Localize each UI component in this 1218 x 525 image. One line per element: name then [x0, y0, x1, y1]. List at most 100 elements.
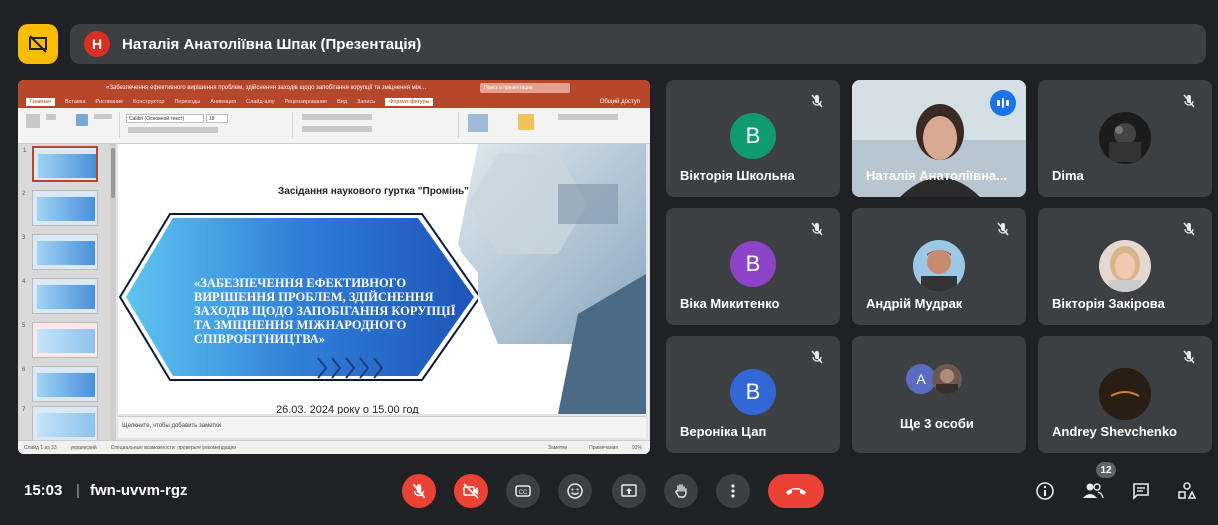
status-notes: Заметки — [547, 444, 568, 451]
chat-button[interactable] — [1128, 478, 1154, 504]
font-size-box: 18 — [206, 114, 228, 123]
pp-tab: Рисование — [95, 99, 124, 105]
stop-presenting-icon — [29, 35, 47, 53]
more-vert-icon — [731, 484, 735, 498]
participant-group-tile[interactable]: A Ще 3 особи — [852, 336, 1026, 453]
participant-name: Віка Микитенко — [680, 296, 780, 311]
mic-off-icon — [992, 218, 1014, 240]
participant-name: Andrey Shevchenko — [1052, 424, 1177, 439]
font-name-box: Calibri (Основной текст) — [126, 114, 204, 123]
accessibility: Специальные возможности: проверьте реком… — [110, 444, 237, 451]
meeting-controls: 15:03 | fwn-uvvm-rgz CC 12 — [0, 462, 1218, 525]
thumbnail-scrollbar — [110, 144, 116, 440]
meeting-details-button[interactable] — [1032, 478, 1058, 504]
slide-header: Засідання наукового гуртка "Промінь" — [278, 186, 469, 197]
more-options-button[interactable] — [716, 474, 750, 508]
pp-tab: Анимация — [210, 99, 237, 105]
participant-name: Ще 3 особи — [900, 416, 974, 431]
slide-date: 26.03. 2024 року о 15.00 год — [276, 404, 419, 414]
participant-avatar: В — [730, 369, 776, 415]
separator: | — [76, 482, 80, 499]
emoji-icon — [567, 483, 583, 499]
present-button[interactable] — [612, 474, 646, 508]
presenter-name: Наталія Анатоліївна Шпак (Презентація) — [122, 35, 422, 53]
reactions-button[interactable] — [558, 474, 592, 508]
slide-thumbnail: 1 — [23, 146, 98, 182]
presenter-bar: Н Наталія Анатоліївна Шпак (Презентація) — [12, 20, 1206, 68]
mic-off-icon — [1178, 218, 1200, 240]
slide-thumbnails: 1 2 3 4 5 6 7 — [18, 144, 110, 442]
zoom-level: 93% — [631, 444, 642, 451]
activities-button[interactable] — [1174, 478, 1200, 504]
status-comments: Примечания — [589, 444, 618, 451]
participant-name: Андрій Мудрак — [866, 296, 963, 311]
powerpoint-title: «Забезпечення ефективного вирішення проб… — [106, 85, 427, 91]
pp-tab: Конструктор — [133, 99, 165, 105]
pp-tab: Вставка — [64, 99, 86, 105]
participant-name: Наталія Анатоліївна... — [866, 168, 1008, 183]
slide-thumbnail: 2 — [22, 190, 98, 226]
camera-button[interactable] — [454, 474, 488, 508]
participant-tile[interactable]: Вікторія Закірова — [1038, 208, 1212, 325]
participant-name: Dima — [1052, 168, 1084, 183]
info-icon — [1036, 482, 1054, 500]
participant-avatar — [1099, 112, 1151, 164]
mic-off-icon — [806, 218, 828, 240]
shared-screen: «Забезпечення ефективного вирішення проб… — [18, 80, 650, 454]
slide-counter: Слайд 1 из 33 — [24, 444, 57, 451]
leave-call-button[interactable] — [768, 474, 824, 508]
participant-avatar — [1099, 240, 1151, 292]
participant-tile[interactable]: В Вікторія Школьна — [666, 80, 840, 197]
mic-off-icon — [1178, 346, 1200, 368]
presentation-toggle-button[interactable] — [18, 24, 58, 64]
presenter-label: Н Наталія Анатоліївна Шпак (Презентація) — [70, 24, 1206, 64]
pp-share: Общий доступ — [599, 99, 640, 105]
raise-hand-button[interactable] — [664, 474, 698, 508]
participant-name: Вікторія Закірова — [1052, 296, 1165, 311]
mic-off-icon — [806, 90, 828, 112]
pp-tab: Переходы — [174, 99, 201, 105]
mic-off-icon — [1178, 90, 1200, 112]
participant-name: Вікторія Школьна — [680, 168, 795, 183]
people-button[interactable] — [1080, 478, 1106, 504]
slide-thumbnail: 3 — [22, 234, 98, 270]
group-avatar-photo — [932, 364, 962, 394]
hang-up-icon — [786, 488, 806, 495]
pp-tab: Запись — [357, 99, 376, 105]
meeting-code: fwn-uvvm-rgz — [90, 482, 188, 499]
participant-tile[interactable]: Dima — [1038, 80, 1212, 197]
participant-avatar — [1099, 368, 1151, 420]
powerpoint-status-bar: Слайд 1 из 33 украинский Специальные воз… — [18, 440, 650, 454]
captions-button[interactable]: CC — [506, 474, 540, 508]
microphone-button[interactable] — [402, 474, 436, 508]
slide-thumbnail: 5 — [22, 322, 98, 358]
participant-avatar: В — [730, 241, 776, 287]
pp-tab: Главная — [26, 98, 55, 106]
participant-tile-speaking[interactable]: Наталія Анатоліївна... — [852, 80, 1026, 197]
slide-main-text: «Забезпечення ефективного вирішення проб… — [194, 276, 456, 346]
slide-thumbnail: 7 — [22, 406, 98, 442]
powerpoint-workspace: 1 2 3 4 5 6 7 Засідання наукового гуртка… — [18, 144, 650, 442]
chat-icon — [1133, 483, 1149, 500]
participant-tile[interactable]: Андрій Мудрак — [852, 208, 1026, 325]
participant-avatar: В — [730, 113, 776, 159]
captions-icon: CC — [515, 485, 531, 497]
mic-off-icon — [412, 483, 426, 499]
powerpoint-tabs: Главная Вставка Рисование Конструктор Пе… — [18, 96, 650, 108]
camera-off-icon — [463, 483, 479, 499]
language: украинский — [70, 444, 97, 451]
powerpoint-ribbon: Calibri (Основной текст) 18 — [18, 108, 650, 144]
participant-tile[interactable]: В Віка Микитенко — [666, 208, 840, 325]
pp-tab: Вид — [337, 99, 348, 105]
powerpoint-title-bar: «Забезпечення ефективного вирішення проб… — [18, 80, 650, 96]
mic-off-icon — [806, 346, 828, 368]
pp-tab: Рецензирование — [284, 99, 328, 105]
participant-tile[interactable]: В Вероніка Цап — [666, 336, 840, 453]
pp-tab: Формат фигуры — [385, 98, 434, 106]
svg-text:CC: CC — [519, 490, 528, 496]
powerpoint-search: Поиск в презентации — [480, 83, 570, 93]
participant-tile[interactable]: Andrey Shevchenko — [1038, 336, 1212, 453]
current-slide: Засідання наукового гуртка "Промінь" «ЗА… — [118, 144, 646, 414]
participant-avatar — [913, 240, 965, 292]
hand-icon — [675, 484, 687, 498]
